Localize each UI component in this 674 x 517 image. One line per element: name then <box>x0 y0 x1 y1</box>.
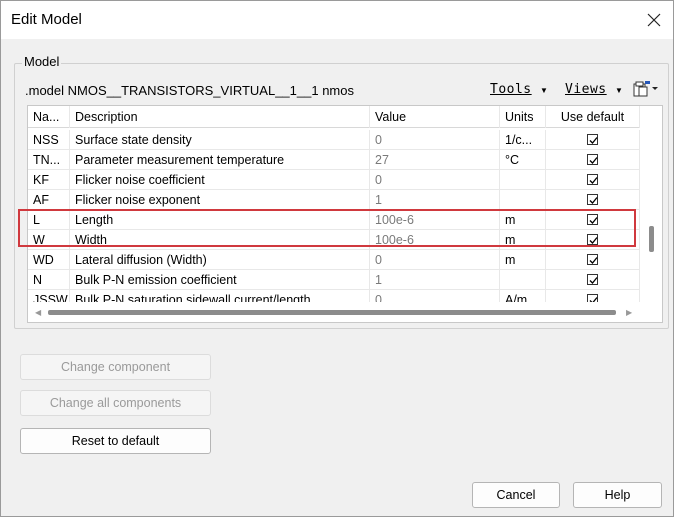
checkmark-icon <box>589 277 598 284</box>
close-button[interactable] <box>637 3 671 37</box>
checkmark-icon <box>589 157 598 164</box>
table-row[interactable]: JSSW Bulk P-N saturation sidewall curren… <box>28 290 640 302</box>
horizontal-scroll-thumb[interactable] <box>48 310 616 315</box>
views-dropdown-icon[interactable]: ▼ <box>615 86 623 95</box>
row-description: Bulk P-N emission coefficient <box>70 270 370 290</box>
change-component-button[interactable]: Change component <box>20 354 211 380</box>
row-name: JSSW <box>28 290 70 302</box>
row-name: N <box>28 270 70 290</box>
parameter-table-body: Na... Description Value Units Use defaul… <box>28 106 640 302</box>
model-group-label: Model <box>22 54 62 69</box>
model-declaration: .model NMOS__TRANSISTORS_VIRTUAL__1__1 n… <box>25 83 354 98</box>
use-default-checkbox[interactable] <box>587 194 598 205</box>
header-use-default[interactable]: Use default <box>546 106 640 128</box>
title-bar: Edit Model <box>1 1 673 39</box>
row-units <box>500 190 546 210</box>
horizontal-scrollbar[interactable]: ◀ ▶ <box>28 302 662 322</box>
row-value[interactable]: 1 <box>370 270 500 290</box>
use-default-checkbox[interactable] <box>587 154 598 165</box>
row-description: Flicker noise coefficient <box>70 170 370 190</box>
highlight-box <box>18 209 636 247</box>
row-units: °C <box>500 150 546 170</box>
vertical-scroll-thumb[interactable] <box>649 226 654 252</box>
row-description: Parameter measurement temperature <box>70 150 370 170</box>
row-description: Flicker noise exponent <box>70 190 370 210</box>
row-value[interactable]: 0 <box>370 130 500 150</box>
row-use-default <box>546 150 640 170</box>
edit-model-dialog: Edit Model Model .model NMOS__TRANSISTOR… <box>0 0 674 517</box>
use-default-checkbox[interactable] <box>587 134 598 145</box>
change-all-components-button[interactable]: Change all components <box>20 390 211 416</box>
scroll-right-icon[interactable]: ▶ <box>626 308 632 317</box>
clipboard-menu-icon[interactable] <box>633 81 659 97</box>
row-description: Lateral diffusion (Width) <box>70 250 370 270</box>
row-use-default <box>546 130 640 150</box>
use-default-checkbox[interactable] <box>587 254 598 265</box>
table-row[interactable]: NSS Surface state density 0 1/c... <box>28 130 640 150</box>
checkmark-icon <box>589 257 598 264</box>
table-row[interactable]: KF Flicker noise coefficient 0 <box>28 170 640 190</box>
row-description: Bulk P-N saturation sidewall current/len… <box>70 290 370 302</box>
cancel-button[interactable]: Cancel <box>472 482 560 508</box>
scroll-left-icon[interactable]: ◀ <box>35 308 41 317</box>
row-use-default <box>546 270 640 290</box>
row-name: TN... <box>28 150 70 170</box>
row-value[interactable]: 27 <box>370 150 500 170</box>
row-name: NSS <box>28 130 70 150</box>
row-value[interactable]: 0 <box>370 250 500 270</box>
checkmark-icon <box>589 177 598 184</box>
table-header: Na... Description Value Units Use defaul… <box>28 106 640 128</box>
row-value[interactable]: 1 <box>370 190 500 210</box>
window-title: Edit Model <box>11 11 82 28</box>
close-icon <box>647 13 661 27</box>
reset-to-default-button[interactable]: Reset to default <box>20 428 211 454</box>
row-units: 1/c... <box>500 130 546 150</box>
row-value[interactable]: 0 <box>370 290 500 302</box>
vertical-scrollbar[interactable] <box>640 106 662 302</box>
row-name: KF <box>28 170 70 190</box>
row-units <box>500 170 546 190</box>
use-default-checkbox[interactable] <box>587 294 598 302</box>
header-units[interactable]: Units <box>500 106 546 128</box>
use-default-checkbox[interactable] <box>587 174 598 185</box>
row-units: A/m <box>500 290 546 302</box>
table-row[interactable]: TN... Parameter measurement temperature … <box>28 150 640 170</box>
tools-menu[interactable]: Tools <box>490 82 532 97</box>
row-name: AF <box>28 190 70 210</box>
row-name: WD <box>28 250 70 270</box>
row-use-default <box>546 290 640 302</box>
header-value[interactable]: Value <box>370 106 500 128</box>
row-use-default <box>546 190 640 210</box>
row-use-default <box>546 250 640 270</box>
checkmark-icon <box>589 197 598 204</box>
checkmark-icon <box>589 297 598 302</box>
views-menu[interactable]: Views <box>565 82 607 97</box>
table-row[interactable]: N Bulk P-N emission coefficient 1 <box>28 270 640 290</box>
header-name[interactable]: Na... <box>28 106 70 128</box>
row-units <box>500 270 546 290</box>
table-row[interactable]: WD Lateral diffusion (Width) 0 m <box>28 250 640 270</box>
row-value[interactable]: 0 <box>370 170 500 190</box>
use-default-checkbox[interactable] <box>587 274 598 285</box>
help-button[interactable]: Help <box>573 482 662 508</box>
row-units: m <box>500 250 546 270</box>
row-use-default <box>546 170 640 190</box>
checkmark-icon <box>589 137 598 144</box>
header-description[interactable]: Description <box>70 106 370 128</box>
row-description: Surface state density <box>70 130 370 150</box>
table-row[interactable]: AF Flicker noise exponent 1 <box>28 190 640 210</box>
tools-dropdown-icon[interactable]: ▼ <box>540 86 548 95</box>
